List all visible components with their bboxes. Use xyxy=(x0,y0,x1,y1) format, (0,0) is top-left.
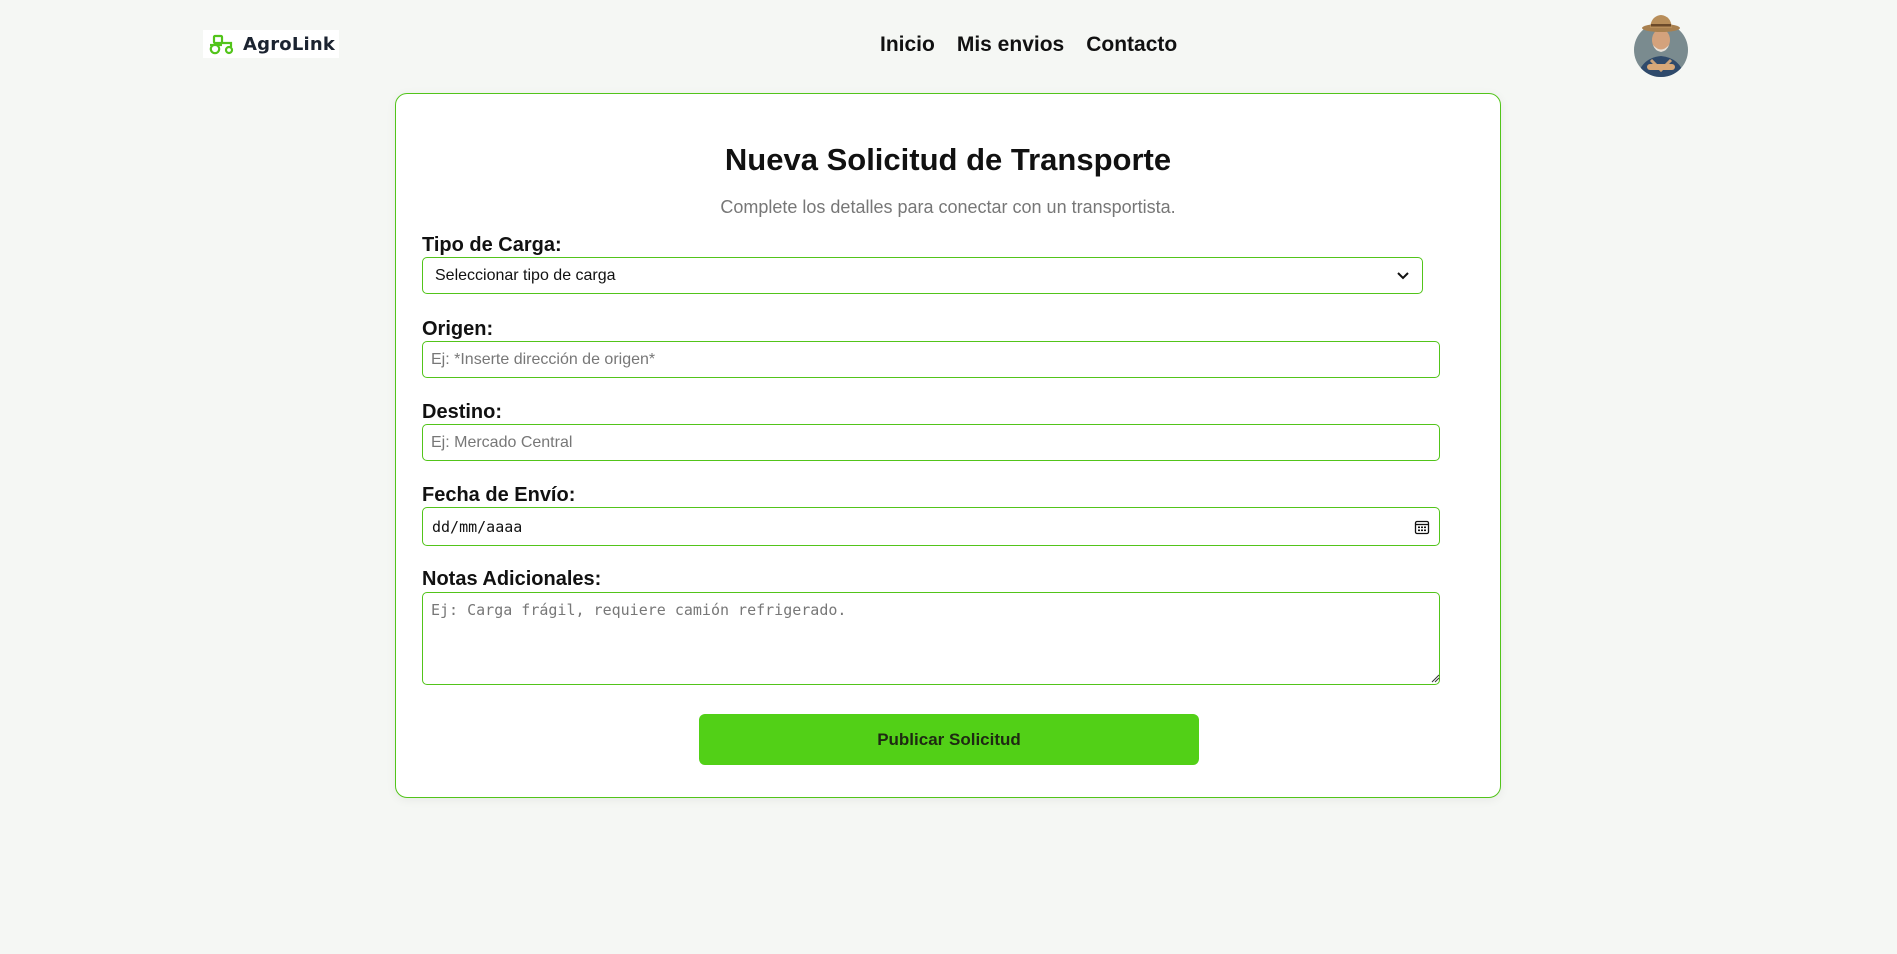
chevron-down-icon xyxy=(1396,269,1410,283)
request-form-card: Nueva Solicitud de Transporte Complete l… xyxy=(395,93,1501,798)
logo[interactable]: AgroLink xyxy=(203,30,340,58)
farmer-avatar-icon xyxy=(1634,15,1688,77)
destination-input[interactable] xyxy=(422,424,1440,461)
ship-date-label: Fecha de Envío: xyxy=(422,484,576,506)
cargo-type-label: Tipo de Carga: xyxy=(422,234,562,256)
destination-label: Destino: xyxy=(422,401,502,423)
logo-text: AgroLink xyxy=(243,33,336,55)
top-header: AgroLink Inicio Mis envios Contacto xyxy=(0,0,1897,92)
publish-request-button[interactable]: Publicar Solicitud xyxy=(699,714,1199,765)
ship-date-input[interactable]: dd/mm/aaaa xyxy=(422,507,1440,546)
cargo-type-selected: Seleccionar tipo de carga xyxy=(435,266,616,284)
calendar-icon[interactable] xyxy=(1414,519,1430,535)
origin-label: Origen: xyxy=(422,318,494,340)
form-title: Nueva Solicitud de Transporte xyxy=(724,142,1172,177)
cargo-type-select[interactable]: Seleccionar tipo de carga xyxy=(422,257,1423,294)
resize-grip-icon[interactable] xyxy=(1431,674,1440,683)
nav-link-contacto[interactable]: Contacto xyxy=(1086,33,1177,57)
origin-input[interactable] xyxy=(422,341,1440,378)
notes-label: Notas Adicionales: xyxy=(422,568,602,590)
ship-date-placeholder: dd/mm/aaaa xyxy=(432,517,523,536)
form-subtitle: Complete los detalles para conectar con … xyxy=(720,197,1176,217)
nav-link-inicio[interactable]: Inicio xyxy=(880,33,935,57)
user-avatar[interactable] xyxy=(1633,10,1689,78)
notes-textarea[interactable] xyxy=(422,592,1440,685)
main-nav: Inicio Mis envios Contacto xyxy=(880,33,1177,57)
nav-link-mis-envios[interactable]: Mis envios xyxy=(957,33,1064,57)
tractor-icon xyxy=(209,34,234,55)
